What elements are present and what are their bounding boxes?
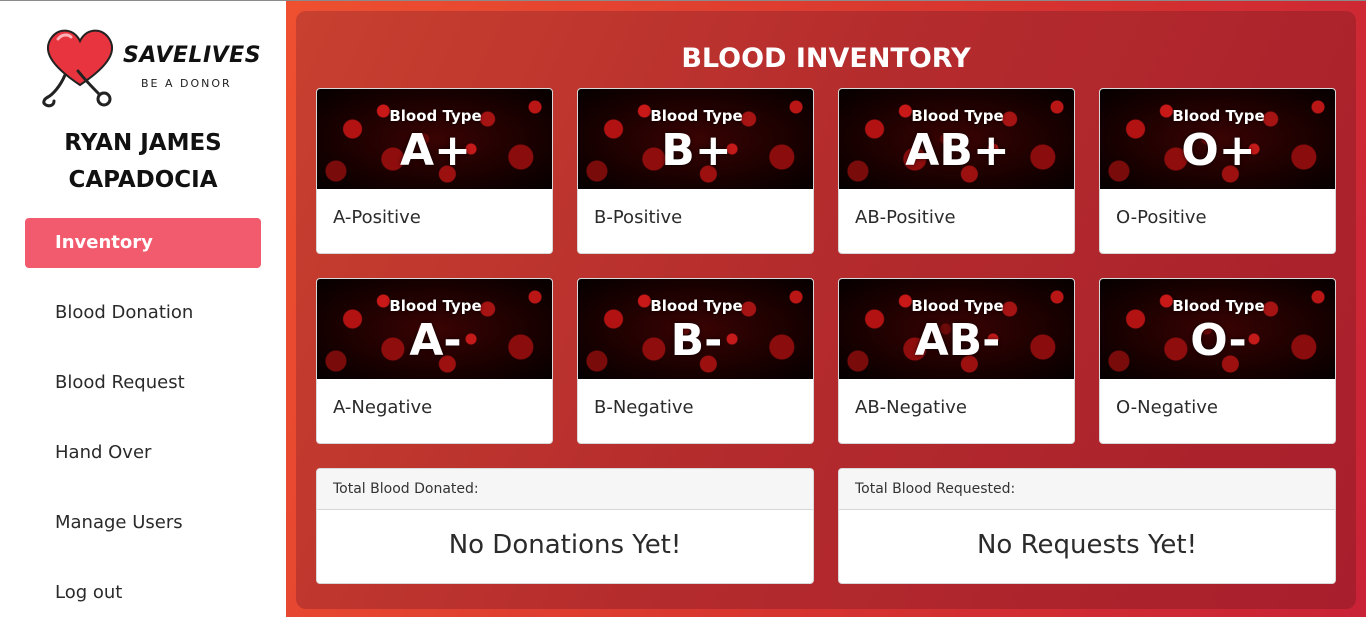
total-requested-value: No Requests Yet!: [976, 530, 1198, 560]
nav-item-manage-users[interactable]: Manage Users: [25, 498, 261, 548]
nav-item-inventory[interactable]: Inventory: [25, 218, 261, 268]
heart-stethoscope-icon: [42, 29, 113, 108]
brand-name: SAVELIVES: [123, 43, 262, 68]
page-title: BLOOD INVENTORY: [681, 43, 971, 74]
blood-card-a-negative[interactable]: Blood Type A- A-Negative: [316, 278, 553, 444]
blood-card-b-negative[interactable]: Blood Type B- B-Negative: [577, 278, 814, 444]
blood-card-label: B-Positive: [594, 207, 683, 228]
blood-card-label: A-Negative: [333, 397, 433, 418]
blood-type-symbol: A-: [409, 315, 462, 366]
blood-cells-image: Blood Type A+: [317, 89, 552, 189]
blood-cells-image: Blood Type O-: [1100, 279, 1335, 379]
blood-type-caption: Blood Type: [1172, 107, 1265, 125]
blood-cells-image: Blood Type A-: [317, 279, 552, 379]
blood-card-label: O-Positive: [1116, 207, 1207, 228]
blood-type-caption: Blood Type: [1172, 297, 1265, 315]
nav-item-log-out[interactable]: Log out: [25, 568, 261, 617]
blood-type-symbol: O-: [1190, 315, 1247, 366]
blood-card-a-positive[interactable]: Blood Type A+ A-Positive: [316, 88, 553, 254]
sidebar-nav: Inventory Blood Donation Blood Request H…: [25, 218, 261, 617]
nav-item-blood-request[interactable]: Blood Request: [25, 358, 261, 408]
blood-cells-image: Blood Type O+: [1100, 89, 1335, 189]
blood-type-caption: Blood Type: [911, 297, 1004, 315]
total-requested-header: Total Blood Requested:: [839, 469, 1335, 510]
sidebar: SAVELIVES BE A DONOR RYAN JAMES CAPADOCI…: [0, 1, 286, 617]
nav-item-hand-over[interactable]: Hand Over: [25, 428, 261, 478]
brand-tagline: BE A DONOR: [141, 77, 232, 90]
brand-logo[interactable]: SAVELIVES BE A DONOR: [40, 25, 262, 115]
blood-type-symbol: AB+: [905, 125, 1010, 176]
blood-type-symbol: AB-: [914, 315, 1001, 366]
total-donated-header: Total Blood Donated:: [317, 469, 813, 510]
total-donated-card: Total Blood Donated: No Donations Yet!: [316, 468, 814, 584]
blood-cells-image: Blood Type AB-: [839, 279, 1074, 379]
blood-card-label: O-Negative: [1116, 397, 1218, 418]
nav-item-blood-donation[interactable]: Blood Donation: [25, 288, 261, 338]
blood-card-ab-negative[interactable]: Blood Type AB- AB-Negative: [838, 278, 1075, 444]
blood-type-symbol: B+: [661, 125, 732, 176]
blood-type-caption: Blood Type: [650, 107, 743, 125]
blood-card-o-positive[interactable]: Blood Type O+ O-Positive: [1099, 88, 1336, 254]
blood-type-symbol: B-: [670, 315, 723, 366]
blood-card-b-positive[interactable]: Blood Type B+ B-Positive: [577, 88, 814, 254]
total-donated-value: No Donations Yet!: [448, 530, 682, 560]
blood-type-caption: Blood Type: [911, 107, 1004, 125]
blood-card-o-negative[interactable]: Blood Type O- O-Negative: [1099, 278, 1336, 444]
blood-card-label: A-Positive: [333, 207, 421, 228]
user-name-first: RYAN JAMES: [64, 130, 222, 156]
blood-cells-image: Blood Type B-: [578, 279, 813, 379]
blood-cells-image: Blood Type B+: [578, 89, 813, 189]
blood-card-label: AB-Negative: [855, 397, 967, 418]
blood-type-caption: Blood Type: [389, 107, 482, 125]
blood-type-symbol: O+: [1181, 125, 1256, 176]
blood-cells-image: Blood Type AB+: [839, 89, 1074, 189]
total-requested-card: Total Blood Requested: No Requests Yet!: [838, 468, 1336, 584]
blood-card-label: B-Negative: [594, 397, 694, 418]
blood-card-label: AB-Positive: [855, 207, 956, 228]
blood-type-symbol: A+: [400, 125, 471, 176]
blood-card-ab-positive[interactable]: Blood Type AB+ AB-Positive: [838, 88, 1075, 254]
blood-type-caption: Blood Type: [650, 297, 743, 315]
blood-type-caption: Blood Type: [389, 297, 482, 315]
user-name-last: CAPADOCIA: [68, 167, 218, 193]
user-name: RYAN JAMES CAPADOCIA: [0, 125, 286, 199]
